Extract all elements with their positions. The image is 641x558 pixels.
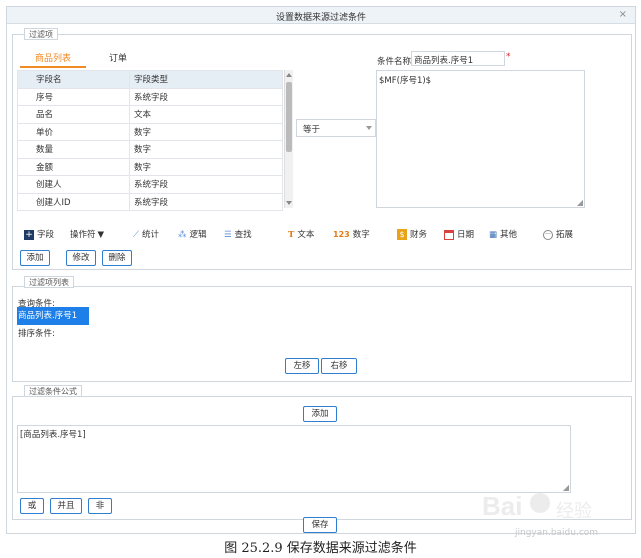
field-type-cell: 数字 bbox=[129, 140, 283, 159]
delete-button[interactable]: 删除 bbox=[102, 250, 132, 266]
field-name-cell: 序号 bbox=[17, 87, 130, 106]
tab-product-list[interactable]: 商品列表 bbox=[20, 50, 86, 68]
table-row[interactable]: 品名 文本 bbox=[17, 105, 283, 124]
field-name-cell: 单价 bbox=[17, 122, 130, 141]
watermark-sub: 经验 bbox=[556, 501, 592, 522]
condition-formula-text: [商品列表.序号1] bbox=[20, 430, 86, 440]
required-mark: * bbox=[506, 52, 511, 62]
formula-textarea[interactable]: $MF(序号1)$ ◢ bbox=[376, 70, 585, 208]
logic-icon: ⁂ bbox=[178, 230, 187, 240]
edit-button[interactable]: 修改 bbox=[66, 250, 96, 266]
field-type-cell: 系统字段 bbox=[129, 192, 283, 211]
tab-orders[interactable]: 订单 bbox=[94, 50, 142, 68]
toolbar-stats[interactable]: ⟋ 统计 bbox=[133, 228, 159, 242]
dialog-title: 设置数据来源过滤条件 bbox=[275, 13, 366, 23]
close-icon[interactable]: × bbox=[619, 9, 627, 20]
toolbar-other[interactable]: ▦ 其他 bbox=[489, 228, 517, 242]
table-row[interactable]: 数量 数字 bbox=[17, 140, 283, 159]
toolbar-number-label: 数字 bbox=[352, 230, 370, 240]
search-list-icon: ☰ bbox=[224, 230, 232, 240]
dialog-titlebar: 设置数据来源过滤条件 × bbox=[7, 7, 635, 24]
toolbar-field-label: 字段 bbox=[37, 230, 55, 240]
plus-square-icon: + bbox=[24, 229, 34, 240]
or-button[interactable]: 或 bbox=[20, 498, 44, 514]
grid-icon: ▦ bbox=[489, 230, 498, 240]
sort-condition-label: 排序条件: bbox=[18, 329, 55, 339]
toolbar-stats-label: 统计 bbox=[141, 230, 159, 240]
resize-grip-icon: ◢ bbox=[576, 198, 583, 207]
table-row[interactable]: 序号 系统字段 bbox=[17, 87, 283, 106]
field-name-cell: 创建人ID bbox=[17, 192, 130, 211]
chevron-down-icon bbox=[366, 126, 372, 130]
toolbar-logic[interactable]: ⁂ 逻辑 bbox=[178, 228, 207, 242]
field-name-cell: 数量 bbox=[17, 140, 130, 159]
toolbar-finance[interactable]: $ 财务 bbox=[397, 228, 427, 242]
toolbar-extend[interactable]: ··· 拓展 bbox=[543, 228, 573, 242]
selected-condition-item[interactable]: 商品列表.序号1 bbox=[17, 307, 89, 325]
baidu-watermark-logo: Bai 经验 bbox=[482, 487, 632, 527]
table-row[interactable]: 金额 数字 bbox=[17, 157, 283, 176]
field-name-cell: 品名 bbox=[17, 105, 130, 124]
move-right-button[interactable]: 右移 bbox=[321, 358, 357, 374]
field-table: 字段名 字段类型 序号 系统字段 品名 文本 单价 数字 数量 数字 金额 数字 创建人系… bbox=[17, 70, 283, 211]
list-group-legend: 过滤项列表 bbox=[24, 276, 74, 288]
scroll-up-icon[interactable] bbox=[286, 73, 292, 77]
watermark-brand: Bai bbox=[482, 491, 523, 521]
formula-text: $MF(序号1)$ bbox=[379, 76, 432, 86]
condition-name-value: 商品列表.序号1 bbox=[414, 56, 474, 66]
toolbar-field[interactable]: + 字段 bbox=[24, 228, 54, 242]
calendar-icon bbox=[444, 229, 454, 240]
formula-group-legend: 过滤条件公式 bbox=[24, 385, 82, 397]
field-type-cell: 系统字段 bbox=[129, 87, 283, 106]
number-icon: 123 bbox=[333, 230, 350, 239]
table-row[interactable]: 创建人ID 系统字段 bbox=[17, 192, 283, 211]
toolbar-number[interactable]: 123 数字 bbox=[333, 228, 370, 242]
condition-formula-textarea[interactable]: [商品列表.序号1] ◢ bbox=[17, 425, 571, 493]
scrollbar-thumb[interactable] bbox=[286, 82, 292, 152]
toolbar-operator[interactable]: 操作符 ▼ bbox=[70, 228, 104, 242]
condition-name-field[interactable]: 商品列表.序号1 bbox=[411, 51, 505, 66]
save-button[interactable]: 保存 bbox=[303, 517, 337, 533]
toolbar-date-label: 日期 bbox=[457, 230, 475, 240]
toolbar-logic-label: 逻辑 bbox=[189, 230, 207, 240]
toolbar-text[interactable]: T 文本 bbox=[288, 228, 314, 242]
toolbar-other-label: 其他 bbox=[500, 230, 518, 240]
text-icon: T bbox=[288, 230, 295, 240]
toolbar-operator-label: 操作符 bbox=[70, 230, 96, 240]
table-row[interactable]: 单价 数字 bbox=[17, 122, 283, 141]
line-chart-icon: ⟋ bbox=[133, 230, 139, 240]
caret-down-icon: ▼ bbox=[97, 230, 105, 240]
column-header-field-name: 字段名 bbox=[17, 70, 130, 89]
add-button[interactable]: 添加 bbox=[20, 250, 50, 266]
field-type-cell: 文本 bbox=[129, 105, 283, 124]
figure-caption: 图 25.2.9 保存数据来源过滤条件 bbox=[224, 541, 417, 556]
move-left-button[interactable]: 左移 bbox=[285, 358, 319, 374]
field-name-cell: 创建人 bbox=[17, 175, 130, 194]
toolbar-text-label: 文本 bbox=[297, 230, 315, 240]
and-button[interactable]: 并且 bbox=[50, 498, 82, 514]
column-header-field-type: 字段类型 bbox=[129, 70, 283, 89]
toolbar-date[interactable]: 日期 bbox=[444, 228, 474, 242]
not-button[interactable]: 非 bbox=[88, 498, 112, 514]
toolbar-lookup[interactable]: ☰ 查找 bbox=[224, 228, 252, 242]
field-type-cell: 数字 bbox=[129, 157, 283, 176]
field-name-cell: 金额 bbox=[17, 157, 130, 176]
toolbar-finance-label: 财务 bbox=[410, 230, 428, 240]
scroll-down-icon[interactable] bbox=[286, 201, 292, 205]
toolbar-extend-label: 拓展 bbox=[556, 230, 574, 240]
toolbar-lookup-label: 查找 bbox=[234, 230, 252, 240]
field-type-cell: 数字 bbox=[129, 122, 283, 141]
paw-icon bbox=[530, 493, 550, 513]
operator-select-value: 等于 bbox=[303, 125, 321, 135]
filter-group-legend: 过滤项 bbox=[24, 28, 58, 40]
table-row[interactable]: 创建人 系统字段 bbox=[17, 175, 283, 194]
table-scrollbar[interactable] bbox=[284, 70, 293, 208]
finance-icon: $ bbox=[397, 229, 407, 240]
field-type-cell: 系统字段 bbox=[129, 175, 283, 194]
formula-add-button[interactable]: 添加 bbox=[303, 406, 337, 422]
operator-select[interactable]: 等于 bbox=[296, 119, 376, 137]
more-circle-icon: ··· bbox=[543, 229, 553, 240]
condition-name-label: 条件名称: bbox=[377, 57, 414, 67]
